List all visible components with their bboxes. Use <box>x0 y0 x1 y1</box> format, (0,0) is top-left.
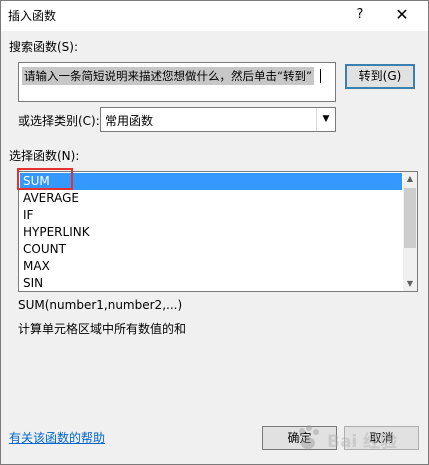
category-label: 或选择类别(C): <box>18 114 100 128</box>
function-list[interactable]: SUM AVERAGE IF HYPERLINK COUNT MAX SIN ▲… <box>18 171 418 292</box>
list-scrollbar[interactable]: ▲ ▼ <box>403 172 417 291</box>
category-dropdown[interactable]: 常用函数 ▼ <box>100 107 336 132</box>
function-list-label: 选择函数(N): <box>9 149 80 163</box>
chevron-down-icon[interactable]: ▼ <box>316 108 335 131</box>
ok-button[interactable]: 确定 <box>262 426 337 450</box>
cancel-button[interactable]: 取消 <box>344 426 419 450</box>
category-selected-value: 常用函数 <box>105 114 154 128</box>
function-signature: SUM(number1,number2,...) <box>18 298 183 312</box>
close-button[interactable]: ✕ <box>389 3 415 27</box>
scroll-up-arrow-icon[interactable]: ▲ <box>403 172 417 186</box>
search-input-text: 请输入一条简短说明来描述您想做什么，然后单击“转到” <box>22 67 314 85</box>
help-button[interactable]: ? <box>349 4 371 26</box>
search-label: 搜索函数(S): <box>9 40 79 54</box>
text-caret <box>320 69 321 83</box>
list-item-sin[interactable]: SIN <box>20 275 402 291</box>
function-help-link[interactable]: 有关该函数的帮助 <box>9 429 105 446</box>
list-item-sum[interactable]: SUM <box>20 173 402 190</box>
list-item-hyperlink[interactable]: HYPERLINK <box>20 224 402 241</box>
insert-function-dialog: 插入函数 ? ✕ 搜索函数(S): 请输入一条简短说明来描述您想做什么，然后单击… <box>0 0 429 465</box>
title-bar: 插入函数 ? ✕ <box>1 1 428 31</box>
function-description: 计算单元格区域中所有数值的和 <box>18 322 187 336</box>
scroll-thumb[interactable] <box>404 188 416 248</box>
list-item-count[interactable]: COUNT <box>20 241 402 258</box>
annotation-highlight-box <box>17 168 73 190</box>
goto-button[interactable]: 转到(G) <box>345 64 415 89</box>
scroll-down-arrow-icon[interactable]: ▼ <box>403 277 417 291</box>
list-item-max[interactable]: MAX <box>20 258 402 275</box>
dialog-title: 插入函数 <box>8 9 57 23</box>
list-item-if[interactable]: IF <box>20 207 402 224</box>
search-input[interactable]: 请输入一条简短说明来描述您想做什么，然后单击“转到” <box>18 62 336 102</box>
list-item-average[interactable]: AVERAGE <box>20 190 402 207</box>
